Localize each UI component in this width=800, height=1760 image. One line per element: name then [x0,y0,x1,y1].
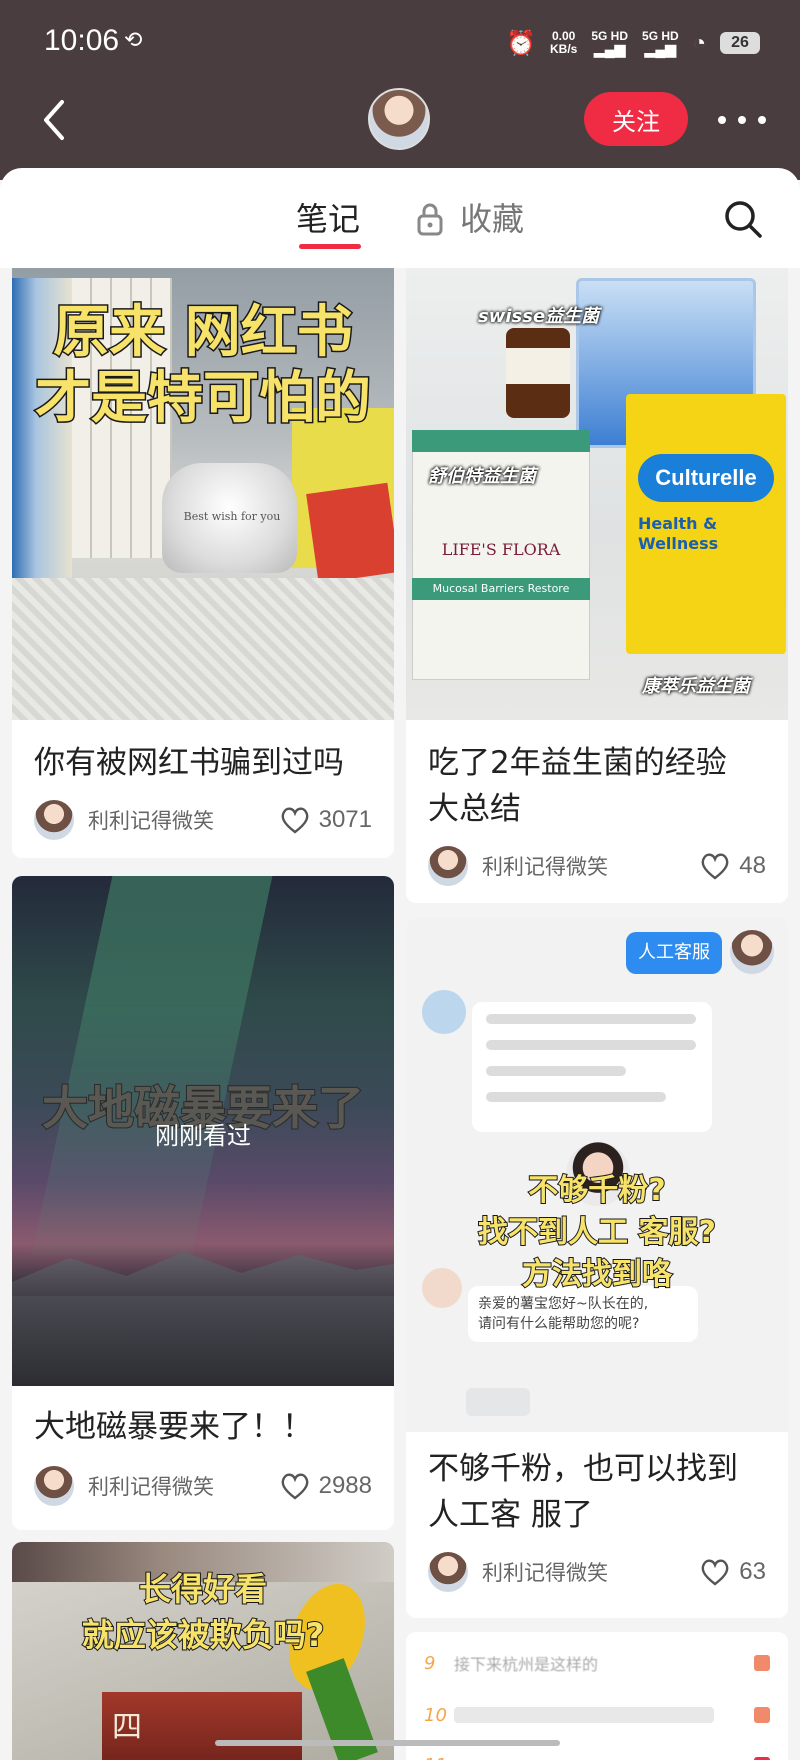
cover-headline: 原来 网红书 才是特可怕的 [34,299,373,433]
signal-1: 5G HD ▂▄▆ [591,29,629,57]
heart-icon[interactable] [279,1471,311,1501]
follow-button[interactable]: 关注 [584,92,688,146]
profile-avatar[interactable] [368,88,430,150]
list-item: 9 接下来杭州是这样的 [424,1648,770,1678]
heart-icon[interactable] [699,1557,731,1587]
tab-bar: 笔记 收藏 [0,168,800,268]
chip-human-service: 人工客服 [626,932,722,974]
tab-collections[interactable]: 收藏 [460,194,524,240]
product-box-left: LIFE'S FLORA [441,540,561,559]
home-indicator [215,1740,560,1746]
more-options-icon[interactable] [718,100,766,140]
status-icons: ⏰ 0.00 KB/s 5G HD ▂▄▆ 5G HD ▂▄▆ ◔ 26 [506,28,760,58]
battery-icon: 26 [720,32,760,54]
note-cover-image: 大地磁暴要来了 刚刚看过 [12,876,394,1386]
product-label: 舒伯特益生菌 [428,466,536,487]
candle-label: Best wish for you [183,510,281,523]
recently-viewed-label: 刚刚看过 [155,1122,251,1150]
note-meta: 利利记得微笑 3071 [34,800,372,840]
note-card[interactable]: 大地磁暴要来了 刚刚看过 大地磁暴要来了！！ 利利记得微笑 2988 [12,876,394,1530]
active-tab-indicator [299,244,361,249]
status-time: 10:06 [44,24,120,57]
product-label: swisse益生菌 [478,306,600,327]
back-arrow-icon[interactable] [38,96,74,144]
product-box-right-sub: Health & Wellness [638,514,719,553]
note-meta: 利利记得微笑 48 [428,846,766,886]
alarm-icon: ⏰ [506,29,536,57]
note-cover-image: 原来 网红书 才是特可怕的 Best wish for you [12,268,394,720]
like-count: 3071 [318,806,372,833]
author-name[interactable]: 利利记得微笑 [482,1557,699,1587]
note-meta: 利利记得微笑 63 [428,1552,766,1592]
note-card[interactable]: 人工客服 亲爱的薯宝您好~队长在的, 请问有什么能帮助您的呢? 不够千粉? 找不… [406,918,788,1618]
product-label: 康萃乐益生菌 [642,676,750,697]
author-avatar[interactable] [428,846,468,886]
signal-2: 5G HD ▂▄▆ [642,29,679,57]
note-title: 大地磁暴要来了！！ [34,1409,313,1445]
like-count: 63 [739,1558,766,1585]
cover-headline: 长得好看 就应该被欺负吗? [81,1569,326,1655]
author-avatar[interactable] [34,1466,74,1506]
note-card[interactable]: LIFE'S FLORA Mucosal Barriers Restore Cu… [406,268,788,903]
note-title: 吃了2年益生菌的经验 大总结 [428,745,727,827]
notes-feed: 原来 网红书 才是特可怕的 Best wish for you 你有被网红书骗到… [0,268,800,1760]
list-item: 11 [424,1750,770,1760]
author-name[interactable]: 利利记得微笑 [88,1471,279,1501]
note-cover-image: 四 长得好看 就应该被欺负吗? [12,1542,394,1760]
heart-icon[interactable] [699,851,731,881]
profile-header: 10:06 ⟲ ⏰ 0.00 KB/s 5G HD ▂▄▆ 5G HD ▂▄▆ ◔ 2… [0,0,800,180]
note-card[interactable]: 四 长得好看 就应该被欺负吗? [12,1542,394,1760]
like-count: 2988 [318,1472,372,1499]
note-card[interactable]: 原来 网红书 才是特可怕的 Best wish for you 你有被网红书骗到… [12,268,394,858]
note-title: 不够千粉，也可以找到 人工客 服了 [428,1451,738,1533]
like-count: 48 [739,852,766,879]
tab-notes[interactable]: 笔记 [296,194,360,240]
author-name[interactable]: 利利记得微笑 [88,805,279,835]
lock-icon [417,203,443,236]
network-speed: 0.00 KB/s [549,29,578,56]
note-title: 你有被网红书骗到过吗 [34,745,344,781]
author-avatar[interactable] [34,800,74,840]
note-cover-image: LIFE'S FLORA Mucosal Barriers Restore Cu… [406,268,788,720]
author-avatar[interactable] [428,1552,468,1592]
author-name[interactable]: 利利记得微笑 [482,851,699,881]
note-meta: 利利记得微笑 2988 [34,1466,372,1506]
wifi-icon: ◔ [692,30,706,55]
status-bar: 10:06 ⟲ ⏰ 0.00 KB/s 5G HD ▂▄▆ 5G HD ▂▄▆ ◔ 2… [0,0,800,84]
sync-icon: ⟲ [124,28,143,53]
book-title: 四 [112,1710,142,1745]
product-box-right: Culturelle [638,454,774,502]
note-cover-image: 人工客服 亲爱的薯宝您好~队长在的, 请问有什么能帮助您的呢? 不够千粉? 找不… [406,918,788,1432]
search-icon[interactable] [722,198,764,240]
cover-headline: 不够千粉? 找不到人工 客服? 方法找到咯 [477,1172,717,1293]
heart-icon[interactable] [279,805,311,835]
product-box-left-sub: Mucosal Barriers Restore [412,578,590,600]
list-item: 10 [424,1700,770,1730]
